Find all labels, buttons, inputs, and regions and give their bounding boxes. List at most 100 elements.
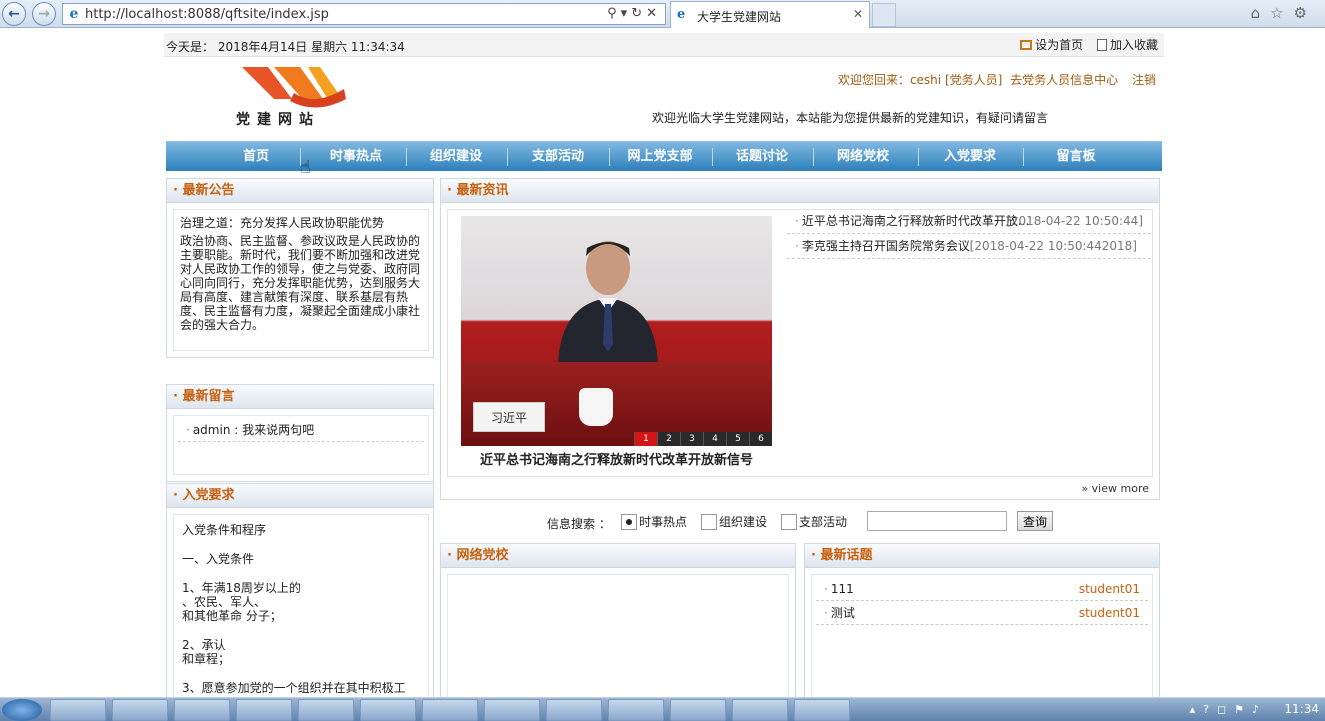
news-panel: · 最新资讯 习近平 1 2 3 4 5 6 近平总书记海南之行释放新时代改革开… xyxy=(440,178,1160,500)
taskbar-explorer-icon[interactable] xyxy=(112,699,168,721)
logout-link[interactable]: 注销 xyxy=(1132,73,1156,87)
forward-icon[interactable]: → xyxy=(32,2,56,26)
party-school-panel: · 网络党校 xyxy=(440,543,796,699)
set-home-link[interactable]: 设为首页 xyxy=(1020,38,1083,52)
photo-nameplate: 习近平 xyxy=(473,402,545,432)
nav-branch-activities[interactable]: 支部活动 xyxy=(508,142,608,172)
logo-text: 党建网站 xyxy=(236,112,320,128)
notice-header: · 最新公告 xyxy=(167,179,433,203)
nav-join-requirements[interactable]: 入党要求 xyxy=(918,142,1022,172)
list-item[interactable]: · 111 student01 xyxy=(816,577,1148,601)
add-favorite-link[interactable]: 加入收藏 xyxy=(1096,38,1158,52)
pager-button[interactable]: 4 xyxy=(703,432,726,446)
party-school-header: · 网络党校 xyxy=(441,544,795,568)
photo-pager: 1 2 3 4 5 6 xyxy=(634,432,772,446)
windows-taskbar: ▴?◻⚑♪ 11:34 xyxy=(0,697,1325,721)
radio-organization[interactable]: 组织建设 xyxy=(697,513,767,530)
taskbar-chrome-icon[interactable] xyxy=(174,699,230,721)
search-input[interactable] xyxy=(867,511,1007,531)
nav-home[interactable]: 首页 xyxy=(206,142,306,172)
pager-button[interactable]: 3 xyxy=(680,432,703,446)
list-item[interactable]: · 近平总书记海南之行释放新时代改革开放... [2018-04-22 10:50:… xyxy=(787,209,1151,234)
join-header: · 入党要求 xyxy=(167,484,433,508)
back-icon[interactable]: ← xyxy=(2,2,26,26)
messages-panel: · 最新留言 · admin : 我来说两句吧 xyxy=(166,384,434,482)
home-icon[interactable]: ⌂☆⚙ xyxy=(1251,4,1317,22)
member-center-link[interactable]: 去党务人员信息中心 xyxy=(1010,73,1118,87)
top-info-bar: 今天是： 2018年4月14日 星期六 11:34:34 设为首页 加入收藏 xyxy=(164,33,1164,57)
notice-heading[interactable]: 治理之道：充分发挥人民政协职能优势 xyxy=(180,216,422,230)
top-links: 设为首页 加入收藏 xyxy=(1010,36,1158,53)
messages-list: · admin : 我来说两句吧 xyxy=(173,415,429,475)
taskbar-excel-icon[interactable] xyxy=(608,699,664,721)
nav-topic-discussion[interactable]: 话题讨论 xyxy=(712,142,812,172)
taskbar-app-icon[interactable] xyxy=(360,699,416,721)
topics-header: · 最新话题 xyxy=(805,544,1159,568)
news-photo[interactable]: 习近平 1 2 3 4 5 6 xyxy=(461,216,772,446)
taskbar-clock[interactable]: 11:34 xyxy=(1284,702,1319,716)
tab-title: 大学生党建网站 xyxy=(697,10,782,24)
ie-icon: e xyxy=(69,6,79,22)
speaker-photo-icon xyxy=(558,241,658,364)
list-item[interactable]: · 李克强主持召开国务院常务会议 [2018-04-22 10:50:442018] xyxy=(787,234,1151,259)
radio-current-affairs[interactable]: 时事热点 xyxy=(617,513,687,530)
pager-button[interactable]: 1 xyxy=(634,432,657,446)
start-button[interactable] xyxy=(2,699,42,721)
nav-party-school[interactable]: 网络党校 xyxy=(813,142,913,172)
tab-ie-icon: e xyxy=(677,7,686,22)
site-slogan: 欢迎光临大学生党建网站，本站能为您提供最新的党建知识，有疑问请留言 xyxy=(652,111,1049,125)
pager-button[interactable]: 2 xyxy=(657,432,680,446)
browser-tab[interactable]: e 大学生党建网站 ✕ xyxy=(670,1,870,28)
address-bar[interactable]: e http://localhost:8088/qftsite/index.js… xyxy=(62,3,666,25)
date-display: 今天是： 2018年4月14日 星期六 11:34:34 xyxy=(166,40,405,54)
tab-close-icon[interactable]: ✕ xyxy=(853,7,863,21)
party-school-content xyxy=(447,574,789,699)
topics-panel: · 最新话题 · 111 student01 · 测试 student01 xyxy=(804,543,1160,699)
taskbar-ie-icon[interactable] xyxy=(50,699,106,721)
main-nav: 首页 时事热点 组织建设 支部活动 网上党支部 话题讨论 网络党校 入党要求 留… xyxy=(166,141,1162,171)
info-search: 信息搜索 ： 时事热点 组织建设 支部活动 查询 xyxy=(547,511,1067,533)
taskbar-app-icon[interactable] xyxy=(546,699,602,721)
taskbar-app-icon[interactable] xyxy=(670,699,726,721)
view-more-link[interactable]: » view more xyxy=(1081,482,1149,495)
site-container: 今天是： 2018年4月14日 星期六 11:34:34 设为首页 加入收藏 党… xyxy=(164,33,1164,699)
taskbar-app-icon[interactable] xyxy=(732,699,788,721)
photo-caption[interactable]: 近平总书记海南之行释放新时代改革开放新信号 xyxy=(461,449,772,468)
taskbar-app-icon[interactable] xyxy=(794,699,850,721)
favorite-icon xyxy=(1096,39,1107,51)
pager-button[interactable]: 6 xyxy=(749,432,772,446)
radio-branch-activities[interactable]: 支部活动 xyxy=(777,513,847,530)
hand-cursor-icon: ☝ xyxy=(300,157,311,178)
new-tab-button[interactable] xyxy=(872,3,896,27)
search-label: 信息搜索 ： xyxy=(547,517,611,531)
pager-button[interactable]: 5 xyxy=(726,432,749,446)
notice-panel: · 最新公告 治理之道：充分发挥人民政协职能优势 政治协商、民主监督、参政议政是… xyxy=(166,178,434,358)
nav-message-board[interactable]: 留言板 xyxy=(1024,142,1128,172)
address-tools-icon[interactable]: ⚲▾↻✕ xyxy=(607,6,661,21)
taskbar-app-icon[interactable] xyxy=(422,699,478,721)
home-small-icon xyxy=(1020,40,1033,50)
welcome-bar: 欢迎您回来：ceshi [党务人员] 去党务人员信息中心 注销 xyxy=(834,71,1156,88)
teacup-icon xyxy=(579,388,613,426)
notice-body: 政治协商、民主监督、参政议政是人民政协的主要职能。新时代，我们要不断加强和改进党… xyxy=(180,234,421,332)
news-header: · 最新资讯 xyxy=(441,179,1159,203)
welcome-text: 欢迎您回来：ceshi [党务人员] xyxy=(837,73,1003,87)
taskbar-folder-icon[interactable] xyxy=(484,699,540,721)
nav-organization[interactable]: 组织建设 xyxy=(406,142,506,172)
news-list: · 近平总书记海南之行释放新时代改革开放... [2018-04-22 10:50:… xyxy=(787,209,1151,259)
search-button[interactable]: 查询 xyxy=(1017,511,1053,531)
system-tray-icon[interactable]: ▴?◻⚑♪ xyxy=(1190,703,1267,716)
join-content: 入党条件和程序 一、入党条件 1、年满18周岁以上的 、农民、军人、 和其他革命… xyxy=(173,514,429,699)
list-item[interactable]: · admin : 我来说两句吧 xyxy=(178,418,424,442)
join-panel: · 入党要求 入党条件和程序 一、入党条件 1、年满18周岁以上的 、农民、军人… xyxy=(166,483,434,699)
list-item[interactable]: · 测试 student01 xyxy=(816,601,1148,625)
address-url[interactable]: http://localhost:8088/qftsite/index.jsp xyxy=(85,7,329,22)
topics-list: · 111 student01 · 测试 student01 xyxy=(811,574,1153,699)
messages-header: · 最新留言 xyxy=(167,385,433,409)
taskbar-app-icon[interactable] xyxy=(236,699,292,721)
taskbar-qq-icon[interactable] xyxy=(298,699,354,721)
browser-toolbar: ← → e http://localhost:8088/qftsite/inde… xyxy=(0,0,1325,28)
nav-current-affairs[interactable]: 时事热点 xyxy=(306,142,406,172)
nav-online-branch[interactable]: 网上党支部 xyxy=(609,142,711,172)
notice-content: 治理之道：充分发挥人民政协职能优势 政治协商、民主监督、参政议政是人民政协的主要… xyxy=(173,209,429,351)
